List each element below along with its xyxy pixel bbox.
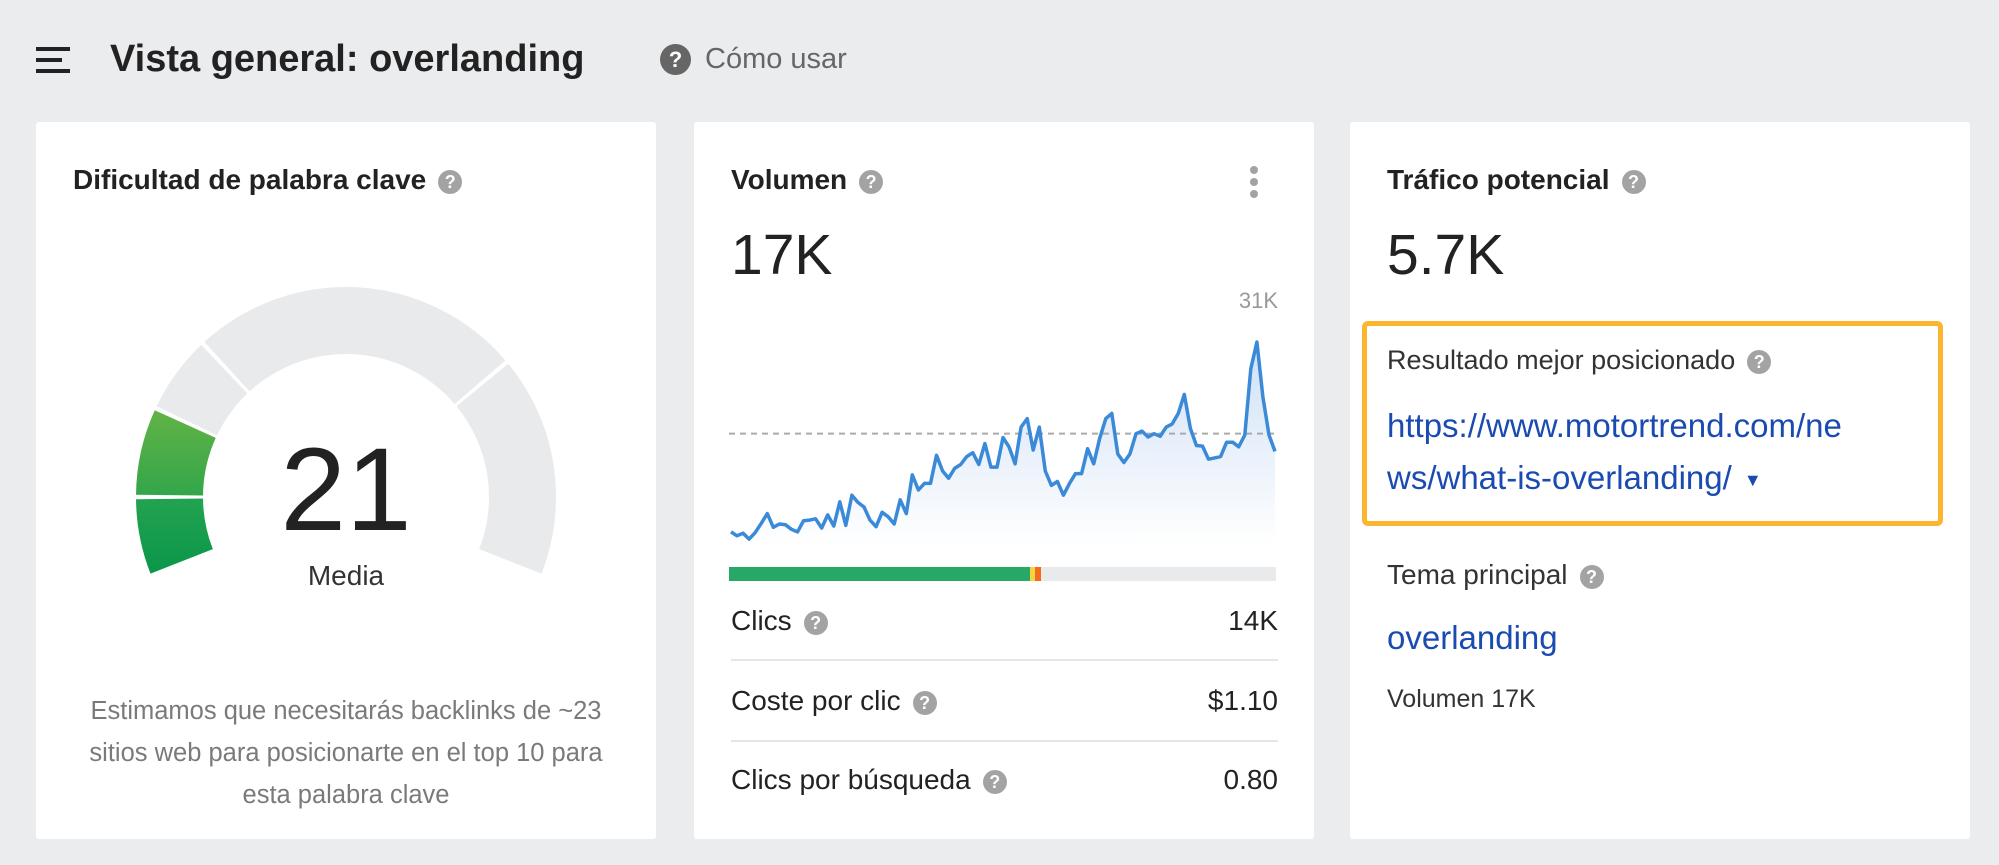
parent-topic-link[interactable]: overlanding: [1387, 619, 1558, 657]
difficulty-level: Media: [307, 560, 385, 591]
how-to-use-link[interactable]: ? Cómo usar: [660, 43, 847, 76]
divider: [731, 659, 1278, 661]
card-title: Tráfico potencial: [1387, 164, 1610, 195]
metric-row-cpc: Coste por clic? $1.10: [731, 685, 1278, 716]
help-icon[interactable]: ?: [859, 169, 884, 194]
traffic-value: 5.7K: [1387, 223, 1505, 287]
page-title: Vista general: overlanding: [110, 38, 585, 80]
difficulty-description: Estimamos que necesitarás backlinks de ~…: [89, 697, 603, 809]
paid-clicks-segment: [1034, 567, 1042, 581]
metric-row-clicks: Clics? 14K: [731, 605, 1278, 636]
keyword-difficulty-card: Dificultad de palabra clave? 21 Media Es…: [36, 122, 656, 839]
help-icon[interactable]: ?: [803, 610, 828, 635]
more-options-icon[interactable]: [1250, 166, 1260, 200]
help-icon[interactable]: ?: [982, 769, 1007, 794]
volume-chart: [729, 340, 1277, 545]
organic-clicks-segment: [729, 567, 1030, 581]
parent-topic-label: Tema principal: [1387, 559, 1568, 590]
dropdown-caret-icon[interactable]: ▼: [1744, 470, 1762, 490]
volume-value: 17K: [731, 223, 833, 287]
gauge-segment-4: [204, 287, 506, 404]
help-icon[interactable]: ?: [912, 690, 937, 715]
top-result-url[interactable]: https://www.motortrend.com/ne ws/what-is…: [1387, 400, 1842, 506]
clicks-bar: [729, 567, 1276, 581]
top-result-label: Resultado mejor posicionado: [1387, 345, 1736, 375]
help-icon: ?: [660, 44, 691, 75]
help-icon[interactable]: ?: [1747, 349, 1772, 374]
help-icon[interactable]: ?: [1579, 564, 1604, 589]
volume-card: Volumen? 17K 31K Clics? 14K Coste por cli…: [694, 122, 1314, 839]
divider: [731, 740, 1278, 742]
difficulty-score: 21: [280, 424, 412, 556]
metric-row-cps: Clics por búsqueda? 0.80: [731, 764, 1278, 795]
card-title: Volumen: [731, 164, 848, 195]
chart-max-label: 31K: [1238, 288, 1278, 313]
parent-topic-volume: Volumen 17K: [1387, 685, 1536, 713]
menu-icon[interactable]: [36, 47, 72, 73]
traffic-potential-card: Tráfico potencial? 5.7K Resultado mejor …: [1350, 122, 1970, 839]
help-icon[interactable]: ?: [1621, 169, 1646, 194]
